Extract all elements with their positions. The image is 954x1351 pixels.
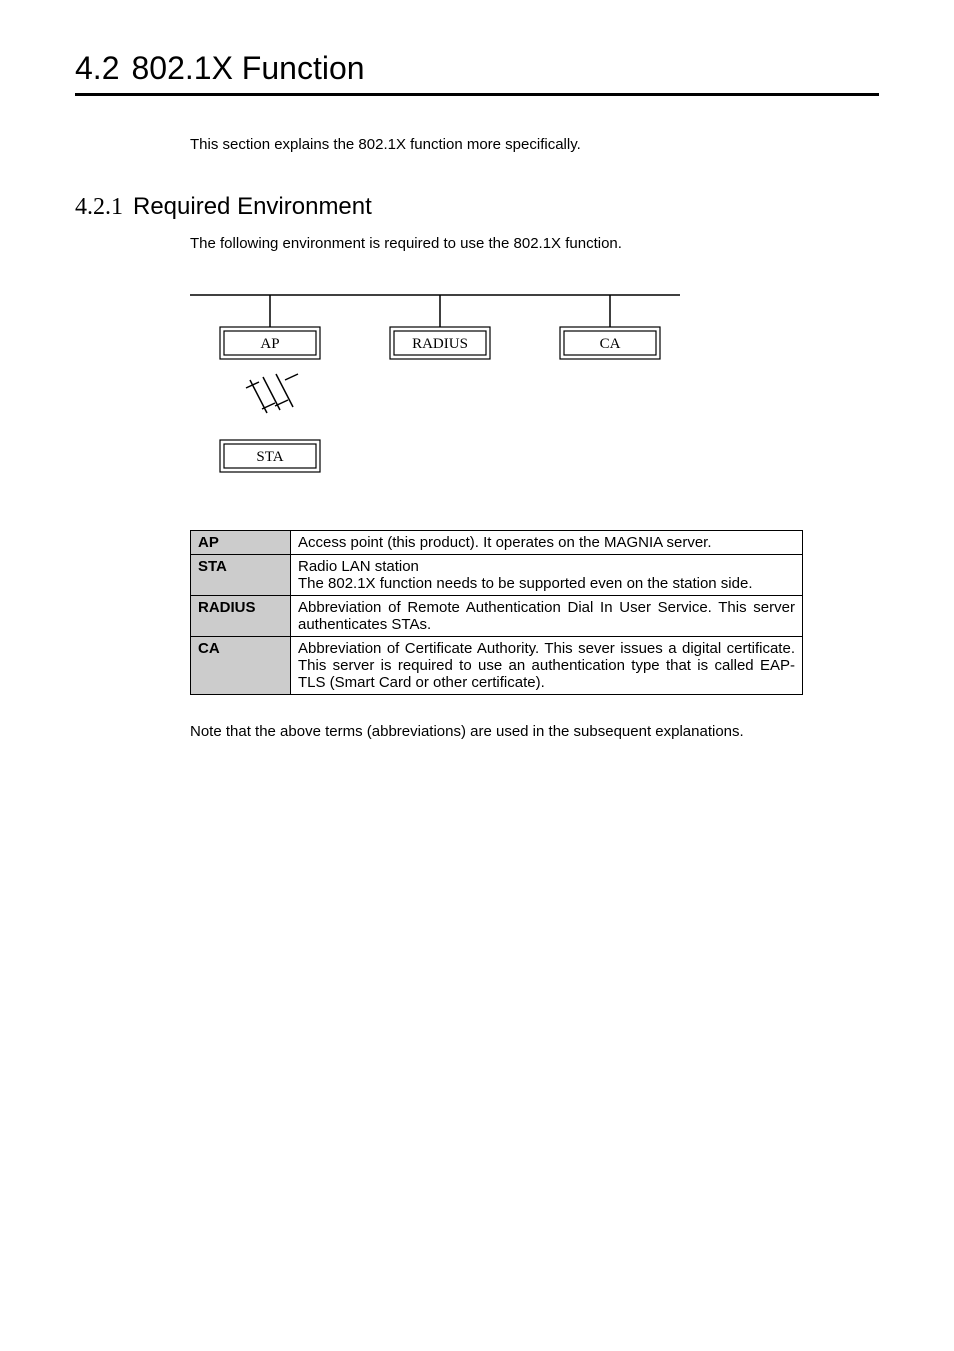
diagram-radius-label: RADIUS <box>412 336 468 352</box>
table-row: RADIUS Abbreviation of Remote Authentica… <box>191 596 803 637</box>
section-intro: This section explains the 802.1X functio… <box>190 136 879 153</box>
terms-table: AP Access point (this product). It opera… <box>190 530 879 695</box>
section-title: 4.2 802.1X Function <box>75 50 879 96</box>
network-diagram: AP RADIUS CA STA <box>190 285 879 485</box>
subsection-title: 4.2.1 Required Environment <box>75 193 879 221</box>
desc-cell: Access point (this product). It operates… <box>291 531 803 555</box>
table-row: CA Abbreviation of Certificate Authority… <box>191 637 803 695</box>
term-cell: AP <box>191 531 291 555</box>
subsection-title-text: Required Environment <box>133 193 372 220</box>
subsection-intro: The following environment is required to… <box>190 235 879 252</box>
desc-cell: Abbreviation of Certificate Authority. T… <box>291 637 803 695</box>
subsection-number: 4.2.1 <box>75 194 123 220</box>
term-cell: STA <box>191 555 291 596</box>
desc-cell: Radio LAN stationThe 802.1X function nee… <box>291 555 803 596</box>
table-row: STA Radio LAN stationThe 802.1X function… <box>191 555 803 596</box>
section-number: 4.2 <box>75 50 119 86</box>
note-text: Note that the above terms (abbreviations… <box>190 723 879 740</box>
section-title-text: 802.1X Function <box>131 50 364 86</box>
table-row: AP Access point (this product). It opera… <box>191 531 803 555</box>
desc-cell: Abbreviation of Remote Authentication Di… <box>291 596 803 637</box>
diagram-ca-label: CA <box>600 336 621 352</box>
diagram-sta-label: STA <box>256 449 283 465</box>
term-cell: RADIUS <box>191 596 291 637</box>
diagram-ap-label: AP <box>260 336 279 352</box>
term-cell: CA <box>191 637 291 695</box>
